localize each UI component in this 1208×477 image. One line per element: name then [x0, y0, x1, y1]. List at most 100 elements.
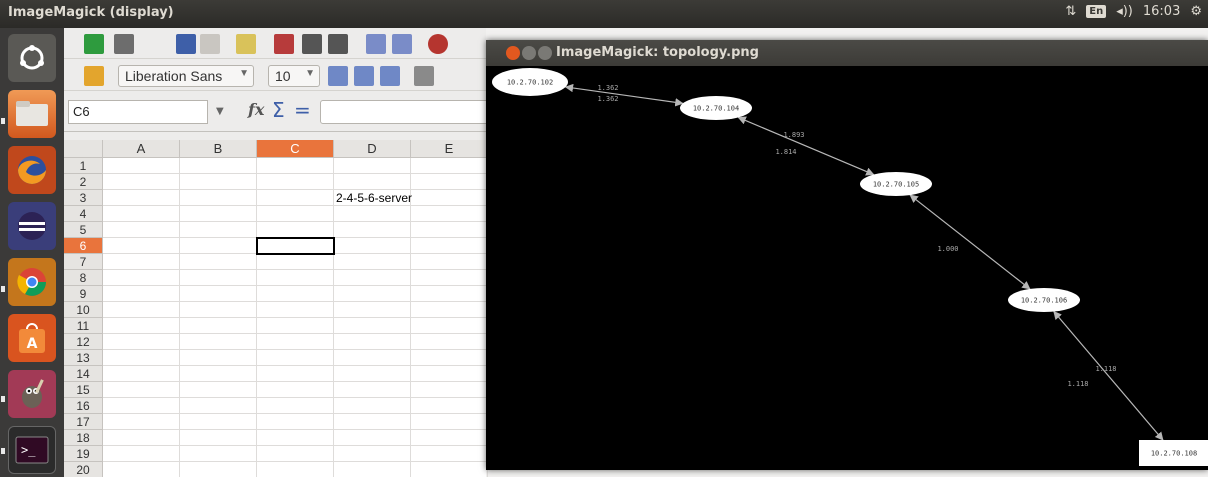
topology-edge	[1053, 310, 1164, 441]
svg-text:A: A	[27, 336, 38, 352]
font-name-box[interactable]: Liberation Sans ▼	[118, 65, 254, 87]
edge-label: 1.118	[1095, 365, 1116, 373]
grid-line	[103, 189, 486, 190]
align-left-icon[interactable]	[414, 66, 434, 86]
grid-line	[103, 221, 486, 222]
email-icon[interactable]	[200, 34, 220, 54]
svg-text:>_: >_	[21, 443, 36, 457]
topology-edge	[909, 194, 1031, 290]
row-header-9[interactable]: 9	[64, 286, 103, 302]
volume-icon[interactable]: ◂))	[1116, 4, 1133, 19]
node-label: 10.2.70.105	[873, 181, 919, 189]
grid-line	[103, 397, 486, 398]
eclipse-icon[interactable]	[8, 202, 56, 250]
clock[interactable]: 16:03	[1143, 4, 1180, 19]
grid-line	[103, 317, 486, 318]
grid-line	[103, 413, 486, 414]
row-header-16[interactable]: 16	[64, 398, 103, 414]
name-box[interactable]: C6	[68, 100, 208, 124]
column-header-a[interactable]: A	[103, 140, 180, 158]
grid-line	[103, 365, 486, 366]
image-viewer-window: ImageMagick: topology.png 1.362 1.362 1.89…	[486, 40, 1208, 470]
cut-icon[interactable]	[428, 34, 448, 54]
row-header-4[interactable]: 4	[64, 206, 103, 222]
row-header-14[interactable]: 14	[64, 366, 103, 382]
font-name-value: Liberation Sans	[125, 68, 223, 84]
edge-label: 1.814	[775, 148, 796, 156]
dash-icon[interactable]	[8, 34, 56, 82]
chevron-down-icon[interactable]: ▼	[216, 106, 224, 117]
chevron-down-icon[interactable]: ▼	[305, 68, 315, 79]
column-header-b[interactable]: B	[180, 140, 257, 158]
terminal-icon[interactable]: >_	[8, 426, 56, 474]
save-icon[interactable]	[176, 34, 196, 54]
formula-equals-icon[interactable]: =	[294, 98, 311, 122]
topology-image[interactable]: 1.362 1.362 1.893 1.814 1.000 1.118 1.118 10.2.…	[486, 66, 1208, 470]
row-header-5[interactable]: 5	[64, 222, 103, 238]
select-all-corner[interactable]	[64, 140, 103, 158]
styles-icon[interactable]	[84, 66, 104, 86]
row-header-18[interactable]: 18	[64, 430, 103, 446]
edge-label: 1.362	[597, 95, 618, 103]
row-header-7[interactable]: 7	[64, 254, 103, 270]
grid-line	[103, 205, 486, 206]
node-label: 10.2.70.102	[507, 79, 553, 87]
row-header-19[interactable]: 19	[64, 446, 103, 462]
cell-d3[interactable]: 2-4-5-6-server	[336, 191, 412, 205]
italic-icon[interactable]	[354, 66, 374, 86]
column-header-c[interactable]: C	[257, 140, 334, 158]
row-header-20[interactable]: 20	[64, 462, 103, 477]
row-header-12[interactable]: 12	[64, 334, 103, 350]
close-icon[interactable]	[506, 46, 520, 60]
column-header-e[interactable]: E	[411, 140, 488, 158]
cell-cursor-c6[interactable]	[256, 237, 335, 255]
open-icon[interactable]	[114, 34, 134, 54]
new-document-icon[interactable]	[84, 34, 104, 54]
minimize-icon[interactable]	[522, 46, 536, 60]
firefox-icon[interactable]	[8, 146, 56, 194]
font-size-box[interactable]: 10 ▼	[268, 65, 320, 87]
grid-line	[103, 381, 486, 382]
row-header-17[interactable]: 17	[64, 414, 103, 430]
row-header-13[interactable]: 13	[64, 350, 103, 366]
files-icon[interactable]	[8, 90, 56, 138]
row-header-11[interactable]: 11	[64, 318, 103, 334]
cell-grid[interactable]: A B C D E 1 2 3 4 5 6 7 8 9 10 11 12 13 14 15 16 17 18 19 20 2-4-…	[64, 140, 488, 477]
print-preview-icon[interactable]	[328, 34, 348, 54]
sum-icon[interactable]: Σ	[272, 98, 285, 122]
formula-input[interactable]	[320, 100, 490, 124]
row-header-2[interactable]: 2	[64, 174, 103, 190]
font-size-value: 10	[275, 68, 291, 84]
column-header-d[interactable]: D	[334, 140, 411, 158]
bold-icon[interactable]	[328, 66, 348, 86]
image-viewer-titlebar[interactable]: ImageMagick: topology.png	[486, 40, 1208, 66]
underline-icon[interactable]	[380, 66, 400, 86]
print-icon[interactable]	[302, 34, 322, 54]
grid-line	[103, 269, 486, 270]
row-header-6[interactable]: 6	[64, 238, 103, 254]
row-header-10[interactable]: 10	[64, 302, 103, 318]
gimp-icon[interactable]	[8, 370, 56, 418]
function-wizard-icon[interactable]: fx	[248, 100, 264, 119]
maximize-icon[interactable]	[538, 46, 552, 60]
grid-line	[103, 301, 486, 302]
settings-icon[interactable]: ⚙	[1190, 4, 1202, 19]
edit-file-icon[interactable]	[236, 34, 256, 54]
topology-edge	[737, 116, 875, 176]
node-label: 10.2.70.104	[693, 105, 739, 113]
chevron-down-icon[interactable]: ▼	[239, 68, 249, 79]
network-icon[interactable]: ⇅	[1065, 4, 1076, 19]
row-header-15[interactable]: 15	[64, 382, 103, 398]
node-label: 10.2.70.108	[1151, 450, 1197, 458]
row-header-1[interactable]: 1	[64, 158, 103, 174]
row-header-3[interactable]: 3	[64, 190, 103, 206]
chrome-icon[interactable]	[8, 258, 56, 306]
grid-line	[103, 445, 486, 446]
grid-line	[103, 429, 486, 430]
export-pdf-icon[interactable]	[274, 34, 294, 54]
autospellcheck-icon[interactable]	[392, 34, 412, 54]
software-center-icon[interactable]: A	[8, 314, 56, 362]
spellcheck-icon[interactable]	[366, 34, 386, 54]
keyboard-layout-indicator[interactable]: En	[1086, 5, 1107, 18]
row-header-8[interactable]: 8	[64, 270, 103, 286]
